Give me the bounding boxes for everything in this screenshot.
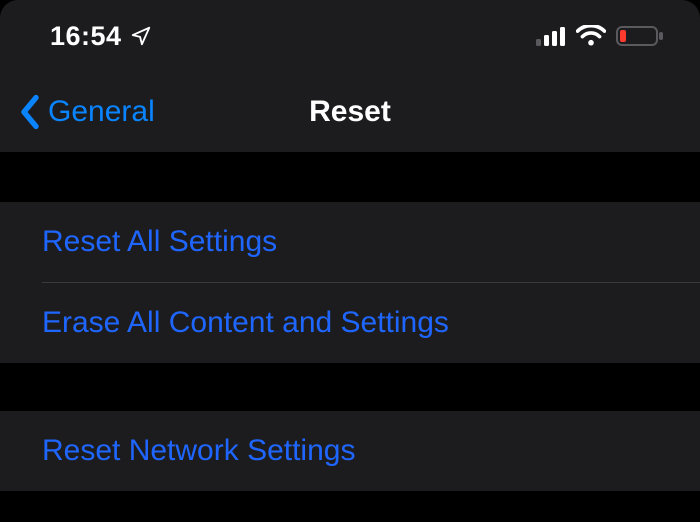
- settings-reset-screen: 16:54: [0, 0, 700, 522]
- section-gap: [0, 363, 700, 411]
- back-button[interactable]: General: [0, 94, 155, 130]
- status-right: [536, 25, 664, 47]
- item-label: Erase All Content and Settings: [42, 306, 449, 340]
- wifi-icon: [576, 25, 606, 47]
- reset-all-settings-item[interactable]: Reset All Settings: [0, 202, 700, 282]
- battery-low-icon: [616, 25, 664, 47]
- location-icon: [130, 25, 152, 47]
- section-gap: [0, 152, 700, 202]
- erase-all-content-item[interactable]: Erase All Content and Settings: [0, 283, 700, 363]
- reset-options-group-1: Reset All Settings Erase All Content and…: [0, 202, 700, 363]
- status-left: 16:54: [50, 21, 152, 52]
- status-time: 16:54: [50, 21, 122, 52]
- section-gap: [0, 491, 700, 522]
- chevron-left-icon: [18, 94, 42, 130]
- cellular-signal-icon: [536, 26, 566, 46]
- item-label: Reset Network Settings: [42, 434, 355, 468]
- reset-options-group-2: Reset Network Settings: [0, 411, 700, 491]
- page-title: Reset: [309, 95, 391, 129]
- item-label: Reset All Settings: [42, 225, 277, 259]
- reset-network-settings-item[interactable]: Reset Network Settings: [0, 411, 700, 491]
- nav-bar: General Reset: [0, 72, 700, 152]
- status-bar: 16:54: [0, 0, 700, 72]
- back-label: General: [48, 95, 155, 129]
